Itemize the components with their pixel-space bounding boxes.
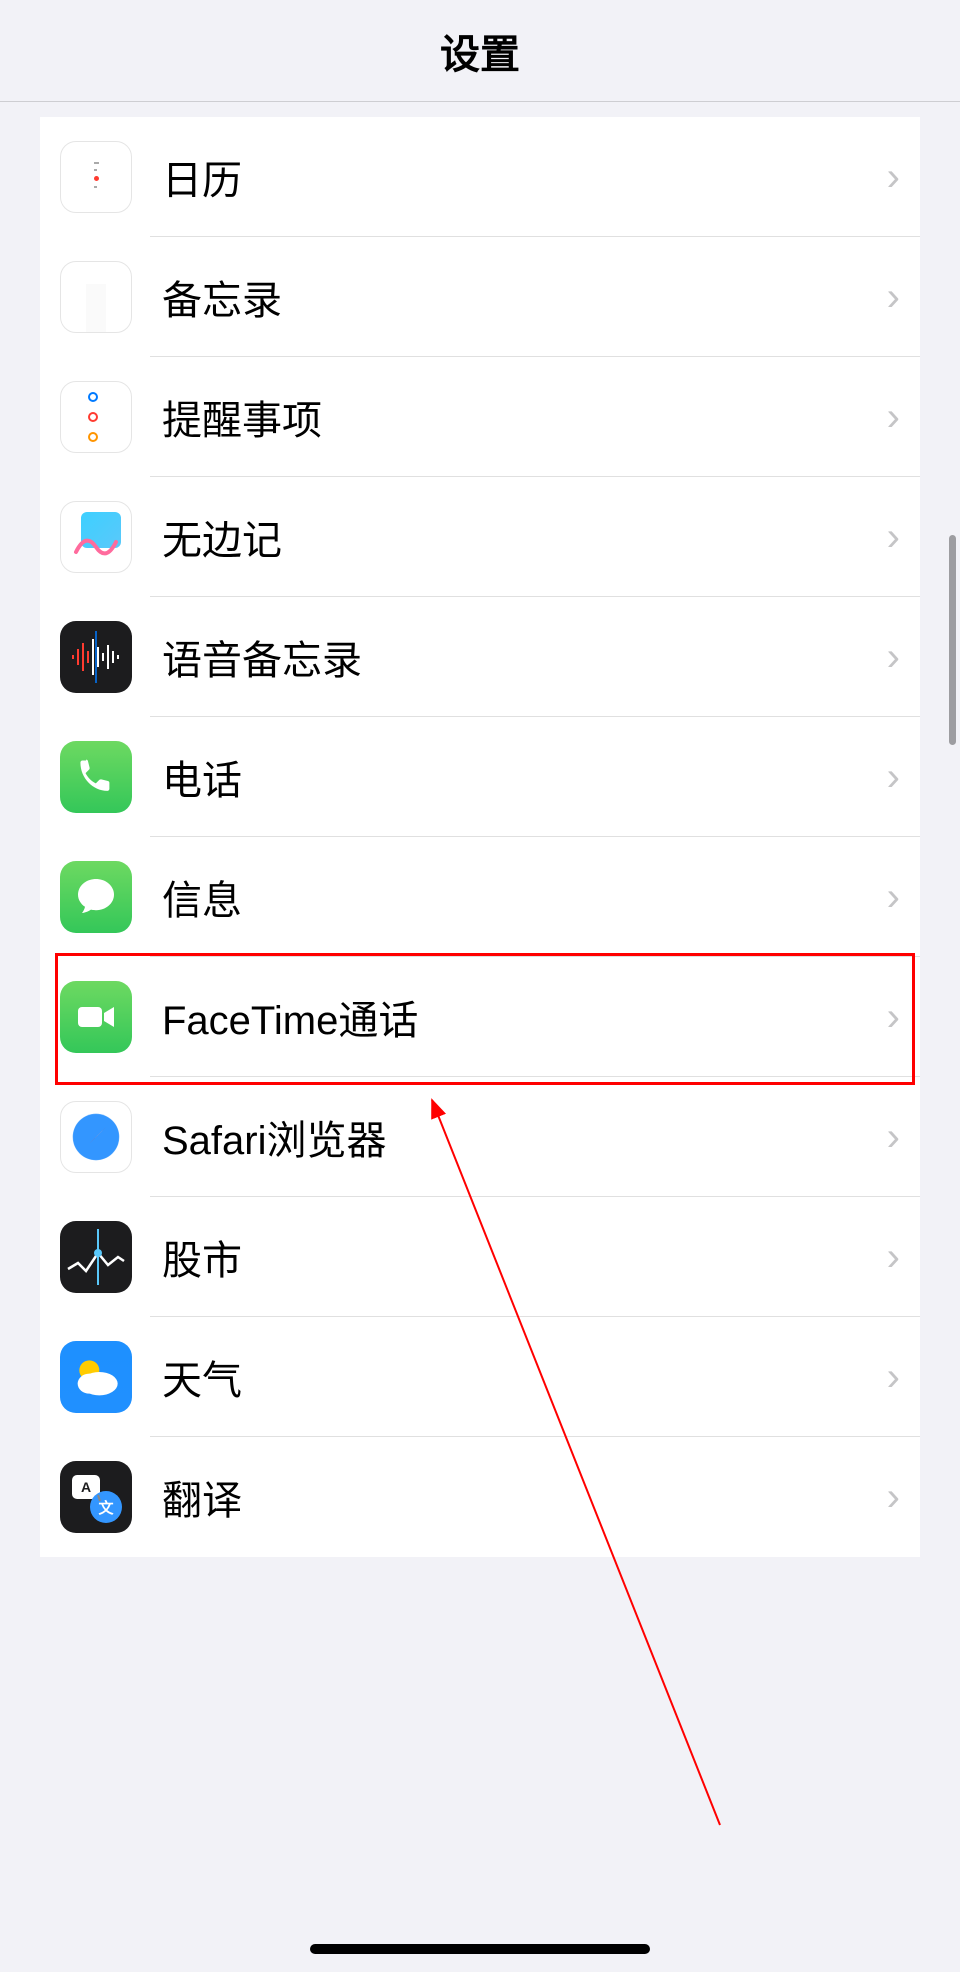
page-title: 设置 — [440, 22, 520, 80]
weather-icon — [60, 1341, 132, 1413]
scrollbar-thumb[interactable] — [949, 535, 956, 745]
settings-item-phone[interactable]: 电话 › — [40, 717, 920, 837]
freeform-icon — [60, 501, 132, 573]
phone-icon — [60, 741, 132, 813]
settings-item-weather[interactable]: 天气 › — [40, 1317, 920, 1437]
item-label: 电话 — [162, 748, 887, 806]
item-label: 天气 — [162, 1348, 887, 1406]
chevron-right-icon: › — [887, 1355, 900, 1400]
settings-item-voicememo[interactable]: 语音备忘录 › — [40, 597, 920, 717]
settings-item-stocks[interactable]: 股市 › — [40, 1197, 920, 1317]
messages-icon — [60, 861, 132, 933]
svg-text:文: 文 — [98, 1499, 114, 1517]
settings-item-translate[interactable]: A 文 翻译 › — [40, 1437, 920, 1557]
chevron-right-icon: › — [887, 515, 900, 560]
safari-icon — [60, 1101, 132, 1173]
header: 设置 — [0, 0, 960, 102]
chevron-right-icon: › — [887, 1115, 900, 1160]
item-label: 股市 — [162, 1228, 887, 1286]
settings-item-safari[interactable]: Safari浏览器 › — [40, 1077, 920, 1197]
stocks-icon — [60, 1221, 132, 1293]
chevron-right-icon: › — [887, 635, 900, 680]
facetime-icon — [60, 981, 132, 1053]
chevron-right-icon: › — [887, 395, 900, 440]
chevron-right-icon: › — [887, 155, 900, 200]
settings-item-facetime[interactable]: FaceTime通话 › — [40, 957, 920, 1077]
notes-icon — [60, 261, 132, 333]
translate-icon: A 文 — [60, 1461, 132, 1533]
settings-list: 日历 › 备忘录 › 提醒事项 › — [40, 117, 920, 1557]
chevron-right-icon: › — [887, 1475, 900, 1520]
reminders-icon — [60, 381, 132, 453]
chevron-right-icon: › — [887, 755, 900, 800]
item-label: 翻译 — [162, 1468, 887, 1526]
chevron-right-icon: › — [887, 875, 900, 920]
settings-item-messages[interactable]: 信息 › — [40, 837, 920, 957]
voicememo-icon — [60, 621, 132, 693]
chevron-right-icon: › — [887, 1235, 900, 1280]
item-label: 信息 — [162, 868, 887, 926]
item-label: Safari浏览器 — [162, 1108, 887, 1166]
svg-text:A: A — [81, 1479, 91, 1495]
chevron-right-icon: › — [887, 275, 900, 320]
item-label: 提醒事项 — [162, 388, 887, 446]
settings-item-reminders[interactable]: 提醒事项 › — [40, 357, 920, 477]
settings-item-freeform[interactable]: 无边记 › — [40, 477, 920, 597]
item-label: 语音备忘录 — [162, 628, 887, 686]
home-indicator[interactable] — [310, 1944, 650, 1954]
item-label: 无边记 — [162, 508, 887, 566]
settings-item-notes[interactable]: 备忘录 › — [40, 237, 920, 357]
calendar-icon — [60, 141, 132, 213]
settings-list-container: 日历 › 备忘录 › 提醒事项 › — [0, 117, 960, 1557]
item-label: 日历 — [162, 148, 887, 206]
chevron-right-icon: › — [887, 995, 900, 1040]
item-label: FaceTime通话 — [162, 988, 887, 1046]
item-label: 备忘录 — [162, 268, 887, 326]
settings-item-calendar[interactable]: 日历 › — [40, 117, 920, 237]
